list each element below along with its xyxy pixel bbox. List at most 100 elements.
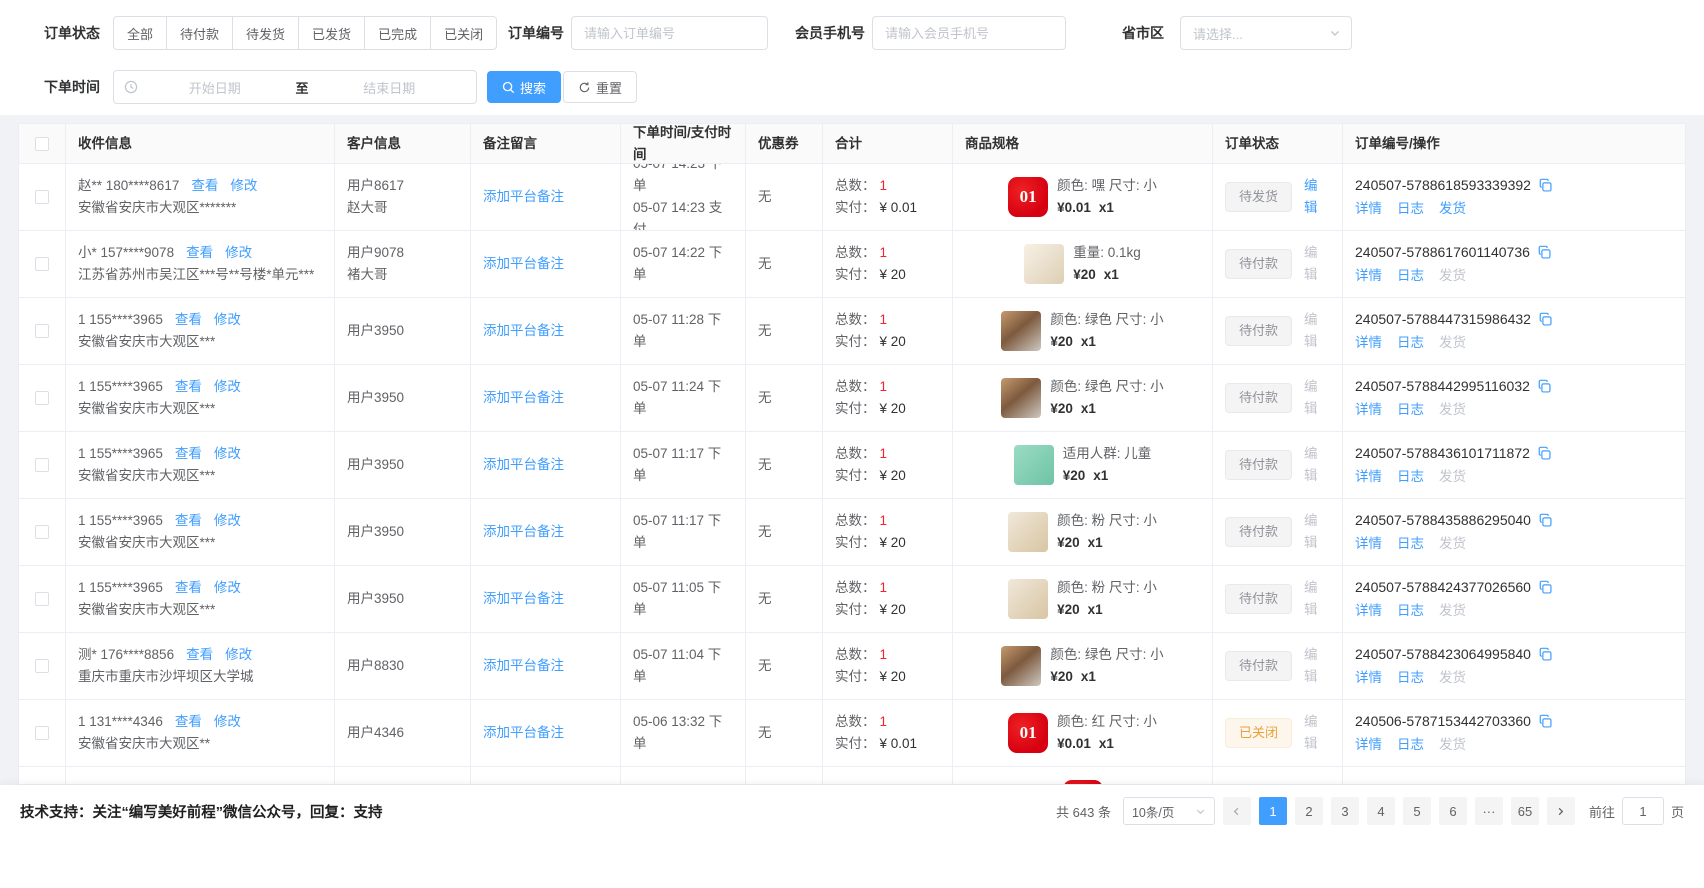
detail-link[interactable]: 详情 bbox=[1355, 399, 1382, 421]
copy-icon[interactable] bbox=[1538, 312, 1553, 327]
ship-link[interactable]: 发货 bbox=[1439, 600, 1466, 622]
row-checkbox[interactable] bbox=[35, 659, 49, 673]
log-link[interactable]: 日志 bbox=[1397, 198, 1424, 220]
status-tab-unshipped[interactable]: 待发货 bbox=[232, 16, 299, 50]
log-link[interactable]: 日志 bbox=[1397, 466, 1424, 488]
page-button-4[interactable]: 4 bbox=[1367, 797, 1395, 825]
row-checkbox[interactable] bbox=[35, 592, 49, 606]
view-receiver-link[interactable]: 查看 bbox=[186, 647, 213, 662]
copy-icon[interactable] bbox=[1538, 714, 1553, 729]
edit-order-link[interactable]: 编辑 bbox=[1304, 711, 1330, 755]
edit-order-link[interactable]: 编辑 bbox=[1304, 510, 1330, 554]
edit-order-link[interactable]: 编辑 bbox=[1304, 242, 1330, 286]
add-remark-link[interactable]: 添加平台备注 bbox=[483, 588, 608, 610]
copy-icon[interactable] bbox=[1537, 446, 1552, 461]
status-tab-completed[interactable]: 已完成 bbox=[364, 16, 431, 50]
page-button-2[interactable]: 2 bbox=[1295, 797, 1323, 825]
edit-order-link[interactable]: 编辑 bbox=[1304, 376, 1330, 420]
copy-icon[interactable] bbox=[1538, 513, 1553, 528]
ship-link[interactable]: 发货 bbox=[1439, 466, 1466, 488]
add-remark-link[interactable]: 添加平台备注 bbox=[483, 320, 608, 342]
search-button[interactable]: 搜索 bbox=[487, 71, 561, 103]
add-remark-link[interactable]: 添加平台备注 bbox=[483, 186, 608, 208]
view-receiver-link[interactable]: 查看 bbox=[191, 178, 218, 193]
detail-link[interactable]: 详情 bbox=[1355, 198, 1382, 220]
select-all-checkbox[interactable] bbox=[35, 137, 49, 151]
view-receiver-link[interactable]: 查看 bbox=[175, 446, 202, 461]
row-checkbox[interactable] bbox=[35, 726, 49, 740]
modify-receiver-link[interactable]: 修改 bbox=[214, 446, 241, 461]
ship-link[interactable]: 发货 bbox=[1439, 399, 1466, 421]
log-link[interactable]: 日志 bbox=[1397, 600, 1424, 622]
copy-icon[interactable] bbox=[1537, 379, 1552, 394]
add-remark-link[interactable]: 添加平台备注 bbox=[483, 387, 608, 409]
row-checkbox[interactable] bbox=[35, 391, 49, 405]
copy-icon[interactable] bbox=[1538, 178, 1553, 193]
detail-link[interactable]: 详情 bbox=[1355, 265, 1382, 287]
page-button-3[interactable]: 3 bbox=[1331, 797, 1359, 825]
detail-link[interactable]: 详情 bbox=[1355, 332, 1382, 354]
prev-page-button[interactable] bbox=[1223, 797, 1251, 825]
ship-link[interactable]: 发货 bbox=[1439, 734, 1466, 756]
more-pages-button[interactable]: ··· bbox=[1475, 797, 1503, 825]
modify-receiver-link[interactable]: 修改 bbox=[214, 312, 241, 327]
status-tab-all[interactable]: 全部 bbox=[113, 16, 167, 50]
log-link[interactable]: 日志 bbox=[1397, 533, 1424, 555]
log-link[interactable]: 日志 bbox=[1397, 667, 1424, 689]
row-checkbox[interactable] bbox=[35, 458, 49, 472]
modify-receiver-link[interactable]: 修改 bbox=[214, 513, 241, 528]
add-remark-link[interactable]: 添加平台备注 bbox=[483, 521, 608, 543]
row-checkbox[interactable] bbox=[35, 324, 49, 338]
detail-link[interactable]: 详情 bbox=[1355, 734, 1382, 756]
edit-order-link[interactable]: 编辑 bbox=[1304, 175, 1330, 219]
order-time-range-picker[interactable]: 开始日期 至 结束日期 bbox=[113, 70, 477, 104]
edit-order-link[interactable]: 编辑 bbox=[1304, 577, 1330, 621]
row-checkbox[interactable] bbox=[35, 190, 49, 204]
add-remark-link[interactable]: 添加平台备注 bbox=[483, 454, 608, 476]
goto-page-input[interactable] bbox=[1622, 797, 1664, 825]
row-checkbox[interactable] bbox=[35, 525, 49, 539]
modify-receiver-link[interactable]: 修改 bbox=[225, 245, 252, 260]
view-receiver-link[interactable]: 查看 bbox=[175, 580, 202, 595]
add-remark-link[interactable]: 添加平台备注 bbox=[483, 655, 608, 677]
page-size-select[interactable]: 10条/页 bbox=[1123, 797, 1215, 825]
next-page-button[interactable] bbox=[1547, 797, 1575, 825]
status-tab-closed[interactable]: 已关闭 bbox=[430, 16, 497, 50]
view-receiver-link[interactable]: 查看 bbox=[175, 714, 202, 729]
copy-icon[interactable] bbox=[1537, 245, 1552, 260]
start-date-placeholder[interactable]: 开始日期 bbox=[138, 78, 292, 97]
view-receiver-link[interactable]: 查看 bbox=[175, 379, 202, 394]
last-page-button[interactable]: 65 bbox=[1511, 797, 1539, 825]
modify-receiver-link[interactable]: 修改 bbox=[225, 647, 252, 662]
detail-link[interactable]: 详情 bbox=[1355, 533, 1382, 555]
edit-order-link[interactable]: 编辑 bbox=[1304, 309, 1330, 353]
page-button-6[interactable]: 6 bbox=[1439, 797, 1467, 825]
row-checkbox[interactable] bbox=[35, 257, 49, 271]
status-tab-unpaid[interactable]: 待付款 bbox=[166, 16, 233, 50]
modify-receiver-link[interactable]: 修改 bbox=[230, 178, 257, 193]
copy-icon[interactable] bbox=[1538, 647, 1553, 662]
ship-link[interactable]: 发货 bbox=[1439, 533, 1466, 555]
status-tab-shipped[interactable]: 已发货 bbox=[298, 16, 365, 50]
page-button-5[interactable]: 5 bbox=[1403, 797, 1431, 825]
detail-link[interactable]: 详情 bbox=[1355, 466, 1382, 488]
detail-link[interactable]: 详情 bbox=[1355, 600, 1382, 622]
edit-order-link[interactable]: 编辑 bbox=[1304, 644, 1330, 688]
log-link[interactable]: 日志 bbox=[1397, 332, 1424, 354]
log-link[interactable]: 日志 bbox=[1397, 734, 1424, 756]
copy-icon[interactable] bbox=[1538, 580, 1553, 595]
detail-link[interactable]: 详情 bbox=[1355, 667, 1382, 689]
region-select[interactable]: 请选择... bbox=[1180, 16, 1352, 50]
edit-order-link[interactable]: 编辑 bbox=[1304, 443, 1330, 487]
modify-receiver-link[interactable]: 修改 bbox=[214, 379, 241, 394]
ship-link[interactable]: 发货 bbox=[1439, 332, 1466, 354]
ship-link[interactable]: 发货 bbox=[1439, 265, 1466, 287]
member-phone-input[interactable] bbox=[872, 16, 1066, 50]
view-receiver-link[interactable]: 查看 bbox=[175, 513, 202, 528]
ship-link[interactable]: 发货 bbox=[1439, 198, 1466, 220]
modify-receiver-link[interactable]: 修改 bbox=[214, 714, 241, 729]
view-receiver-link[interactable]: 查看 bbox=[175, 312, 202, 327]
log-link[interactable]: 日志 bbox=[1397, 399, 1424, 421]
end-date-placeholder[interactable]: 结束日期 bbox=[313, 78, 467, 97]
add-remark-link[interactable]: 添加平台备注 bbox=[483, 253, 608, 275]
